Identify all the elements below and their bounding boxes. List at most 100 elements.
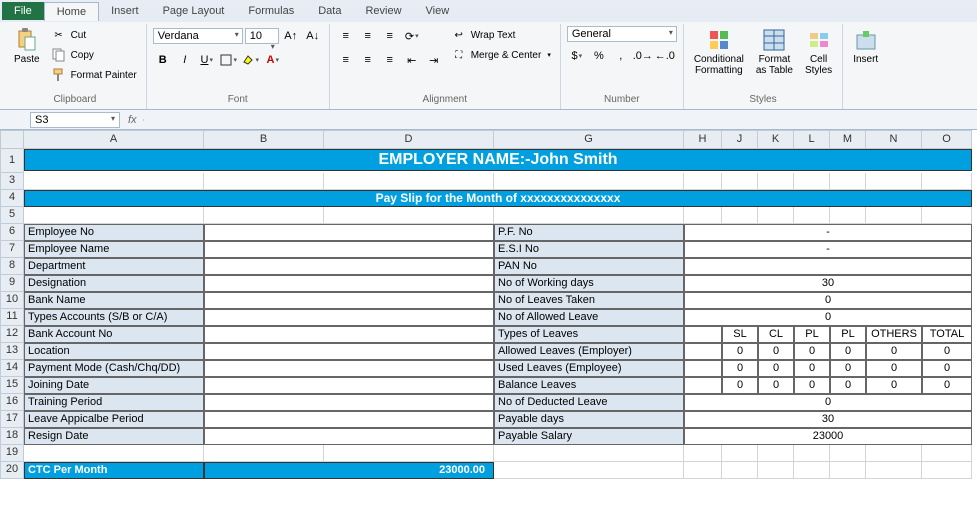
field-label[interactable]: Designation — [24, 275, 204, 292]
empty-cell[interactable] — [494, 445, 684, 462]
underline-button[interactable]: U — [197, 50, 217, 70]
field-label[interactable]: No of Leaves Taken — [494, 292, 684, 309]
leave-value[interactable]: 0 — [758, 360, 794, 377]
field-value[interactable]: 0 — [684, 292, 972, 309]
leave-header[interactable]: OTHERS — [866, 326, 922, 343]
field-label[interactable]: Department — [24, 258, 204, 275]
field-value[interactable]: 30 — [684, 275, 972, 292]
field-input[interactable] — [204, 241, 494, 258]
format-as-table-button[interactable]: Format as Table — [752, 26, 797, 78]
empty-cell[interactable] — [758, 173, 794, 190]
field-input[interactable] — [204, 275, 494, 292]
leave-value[interactable]: 0 — [794, 343, 830, 360]
row-header[interactable]: 5 — [0, 207, 24, 224]
empty-cell[interactable] — [722, 462, 758, 479]
field-input[interactable] — [204, 309, 494, 326]
field-label[interactable]: Payment Mode (Cash/Chq/DD) — [24, 360, 204, 377]
field-label[interactable]: Balance Leaves — [494, 377, 684, 394]
field-value[interactable]: 0 — [684, 394, 972, 411]
field-input[interactable] — [204, 394, 494, 411]
empty-cell[interactable] — [830, 207, 866, 224]
percent-icon[interactable]: % — [589, 46, 609, 66]
row-header[interactable]: 11 — [0, 309, 24, 326]
increase-font-icon[interactable]: A↑ — [281, 26, 301, 46]
indent-dec-icon[interactable]: ⇤ — [402, 50, 422, 70]
row-header[interactable]: 10 — [0, 292, 24, 309]
employer-title[interactable]: EMPLOYER NAME:-John Smith — [24, 149, 972, 171]
field-label[interactable]: Joining Date — [24, 377, 204, 394]
copy-button[interactable]: Copy — [48, 46, 140, 64]
comma-icon[interactable]: , — [611, 46, 631, 66]
empty-cell[interactable] — [758, 207, 794, 224]
leave-value[interactable]: 0 — [922, 343, 972, 360]
field-label[interactable]: Used Leaves (Employee) — [494, 360, 684, 377]
empty-cell[interactable] — [922, 207, 972, 224]
row-header[interactable]: 8 — [0, 258, 24, 275]
empty-cell[interactable] — [922, 462, 972, 479]
empty-cell[interactable] — [24, 445, 204, 462]
empty-cell[interactable] — [684, 173, 722, 190]
row-header[interactable]: 9 — [0, 275, 24, 292]
font-name-select[interactable]: Verdana — [153, 28, 243, 44]
empty-cell[interactable] — [830, 445, 866, 462]
field-input[interactable] — [204, 258, 494, 275]
empty-cell[interactable] — [758, 462, 794, 479]
empty-cell[interactable] — [684, 207, 722, 224]
leave-value[interactable]: 0 — [722, 343, 758, 360]
cell-styles-button[interactable]: Cell Styles — [801, 26, 836, 78]
leave-value[interactable]: 0 — [830, 343, 866, 360]
leave-value[interactable]: 0 — [830, 377, 866, 394]
empty-cell[interactable] — [830, 173, 866, 190]
field-label[interactable]: P.F. No — [494, 224, 684, 241]
name-box[interactable]: S3 — [30, 112, 120, 128]
empty-cell[interactable] — [866, 445, 922, 462]
leave-header[interactable]: CL — [758, 326, 794, 343]
wrap-text-button[interactable]: ↩Wrap Text — [448, 26, 554, 44]
field-value[interactable]: 30 — [684, 411, 972, 428]
align-top-icon[interactable]: ≡ — [336, 26, 356, 46]
leave-value[interactable]: 0 — [922, 377, 972, 394]
empty-cell[interactable] — [866, 207, 922, 224]
empty-cell[interactable] — [324, 173, 494, 190]
align-right-icon[interactable]: ≡ — [380, 50, 400, 70]
row-header[interactable]: 6 — [0, 224, 24, 241]
tab-data[interactable]: Data — [306, 2, 353, 20]
row-header[interactable]: 15 — [0, 377, 24, 394]
field-input[interactable] — [204, 377, 494, 394]
align-middle-icon[interactable]: ≡ — [358, 26, 378, 46]
empty-cell[interactable] — [494, 462, 684, 479]
row-header[interactable]: 12 — [0, 326, 24, 343]
formula-input[interactable] — [143, 119, 977, 121]
field-input[interactable] — [204, 292, 494, 309]
field-label[interactable]: Payable days — [494, 411, 684, 428]
empty-cell[interactable] — [830, 462, 866, 479]
row-header[interactable]: 3 — [0, 173, 24, 190]
field-input[interactable] — [204, 428, 494, 445]
cell[interactable] — [684, 360, 722, 377]
field-label[interactable]: Training Period — [24, 394, 204, 411]
leave-value[interactable]: 0 — [758, 377, 794, 394]
leave-value[interactable]: 0 — [794, 377, 830, 394]
col-header[interactable]: B — [204, 130, 324, 149]
empty-cell[interactable] — [794, 462, 830, 479]
fx-icon[interactable]: fx — [122, 114, 143, 126]
field-label[interactable]: Types Accounts (S/B or C/A) — [24, 309, 204, 326]
empty-cell[interactable] — [494, 173, 684, 190]
orientation-icon[interactable]: ⟳ — [402, 26, 422, 46]
paste-button[interactable]: Paste — [10, 26, 44, 67]
tab-formulas[interactable]: Formulas — [236, 2, 306, 20]
conditional-formatting-button[interactable]: Conditional Formatting — [690, 26, 748, 78]
tab-file[interactable]: File — [2, 2, 44, 20]
align-center-icon[interactable]: ≡ — [358, 50, 378, 70]
leave-value[interactable]: 0 — [758, 343, 794, 360]
currency-icon[interactable]: $ — [567, 46, 587, 66]
row-header[interactable]: 7 — [0, 241, 24, 258]
leave-value[interactable]: 0 — [866, 377, 922, 394]
dec-decimal-icon[interactable]: ←.0 — [655, 46, 675, 66]
empty-cell[interactable] — [722, 173, 758, 190]
empty-cell[interactable] — [866, 462, 922, 479]
leave-header[interactable]: PL — [830, 326, 866, 343]
italic-button[interactable]: I — [175, 50, 195, 70]
empty-cell[interactable] — [922, 173, 972, 190]
leave-value[interactable]: 0 — [722, 360, 758, 377]
